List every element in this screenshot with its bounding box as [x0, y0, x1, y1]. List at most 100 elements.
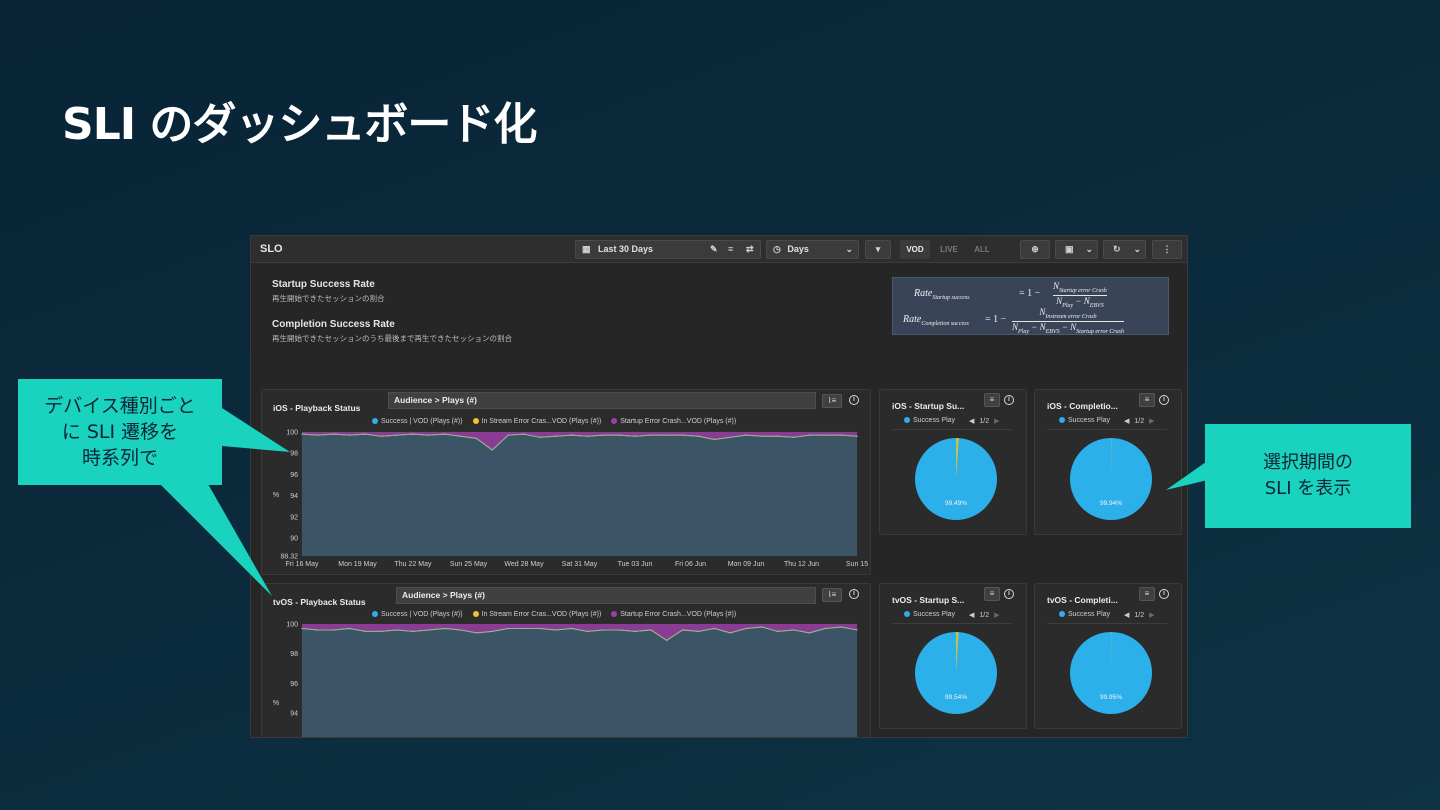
segment-live[interactable]: LIVE: [934, 240, 964, 259]
plus-circle-icon: ⊕: [1031, 244, 1039, 254]
pie-filter-button[interactable]: ≡: [1139, 393, 1155, 407]
data-point: [634, 630, 636, 633]
prev-page-icon[interactable]: ◀: [969, 612, 974, 619]
metric-selector[interactable]: Audience > Plays (#): [388, 392, 816, 409]
add-button[interactable]: ⊕: [1020, 240, 1050, 259]
more-menu-button[interactable]: ⋮: [1152, 240, 1182, 259]
info-icon[interactable]: i: [849, 589, 859, 599]
data-point: [713, 438, 715, 441]
info-icon[interactable]: i: [1004, 395, 1014, 405]
tvos-startup-pie-panel: tvOS - Startup S... ≡ i Success Play ◀ 1/2 ▶ 99…: [879, 583, 1027, 729]
prev-page-icon[interactable]: ◀: [969, 418, 974, 425]
date-range-label: Last 30 Days: [598, 244, 654, 254]
data-point: [317, 629, 319, 631]
formula-den-sub3: Startup error Crash: [1076, 328, 1124, 335]
callout-line: デバイス種別ごと: [44, 395, 196, 417]
pie-legend-label: Success Play: [1068, 417, 1111, 424]
data-point: [729, 436, 731, 438]
chevron-down-icon: ⌄: [1133, 244, 1141, 254]
next-page-icon[interactable]: ▶: [994, 612, 999, 619]
data-point: [348, 627, 351, 630]
data-point: [491, 449, 493, 451]
legend-label: Success | VOD (Plays (#)): [381, 418, 463, 425]
info-icon[interactable]: i: [1159, 589, 1169, 599]
callout-line: 選択期間の: [1263, 452, 1353, 473]
compare-icon[interactable]: ⇄: [746, 241, 754, 258]
pie-pager[interactable]: ◀ 1/2 ▶: [1124, 417, 1155, 425]
formula-eq: = 1 −: [985, 314, 1007, 325]
legend-label: In Stream Error Cras...VOD (Plays (#)): [481, 611, 602, 618]
data-point: [792, 629, 795, 631]
data-point: [555, 435, 557, 437]
data-point: [364, 433, 367, 435]
date-range-picker[interactable]: ▦ Last 30 Days ✎ ≡ ⇄: [575, 240, 761, 259]
data-point: [697, 630, 700, 633]
metric-selector[interactable]: Audience > Plays (#): [396, 587, 816, 604]
data-point: [586, 435, 589, 437]
chart-type-button[interactable]: ⌇≡: [822, 394, 842, 408]
x-tick-label: Thu 12 Jun: [784, 561, 819, 568]
x-tick-label: Wed 28 May: [504, 561, 544, 568]
data-point: [507, 627, 509, 630]
y-tick-label: 96: [290, 681, 298, 688]
data-point: [507, 434, 509, 436]
filter-icon: ▾: [875, 244, 881, 254]
data-point: [650, 434, 652, 436]
segment-vod[interactable]: VOD: [900, 240, 930, 259]
pie-value-label: 99.94%: [1100, 500, 1122, 507]
pie-pager[interactable]: ◀ 1/2 ▶: [1124, 611, 1155, 619]
pie-pager[interactable]: ◀ 1/2 ▶: [969, 417, 1000, 425]
tvos-playback-chart: 1009896949290%: [273, 622, 858, 737]
filter-button[interactable]: ▾: [865, 240, 891, 259]
formula-lhs: Rate: [914, 288, 933, 299]
prev-page-icon[interactable]: ◀: [1124, 612, 1129, 619]
legend-item: In Stream Error Cras...VOD (Plays (#)): [472, 418, 601, 425]
callout-line: 時系列で: [81, 447, 158, 469]
y-axis-label: %: [273, 492, 279, 499]
data-point: [745, 627, 747, 630]
pie-value-label: 99.49%: [945, 500, 967, 507]
pencil-icon[interactable]: ✎: [710, 241, 718, 258]
info-icon[interactable]: i: [1004, 589, 1014, 599]
refresh-button[interactable]: ↻ ⌄: [1103, 240, 1146, 259]
calendar-icon: ▦: [582, 244, 591, 254]
data-point: [856, 435, 858, 437]
info-icon[interactable]: i: [1159, 395, 1169, 405]
info-icon[interactable]: i: [849, 395, 859, 405]
data-point: [586, 630, 589, 633]
y-tick-label: 90: [290, 536, 298, 543]
segment-all[interactable]: ALL: [967, 240, 997, 259]
completion-rate-title: Completion Success Rate: [272, 319, 395, 330]
formula-den-sub: Play: [1018, 328, 1030, 335]
completion-rate-subtitle: 再生開始できたセッションのうち最後まで再生できたセッションの割合: [272, 334, 512, 343]
data-point: [523, 627, 525, 630]
prev-page-icon[interactable]: ◀: [1124, 418, 1129, 425]
chevron-down-icon: ⌄: [845, 244, 853, 254]
y-tick-label: 100: [286, 430, 298, 437]
next-page-icon[interactable]: ▶: [994, 418, 999, 425]
next-page-icon[interactable]: ▶: [1149, 418, 1154, 425]
data-point: [539, 627, 541, 630]
pie-filter-button[interactable]: ≡: [1139, 587, 1155, 601]
data-point: [729, 632, 731, 634]
granularity-select[interactable]: ◷ Days ⌄: [766, 240, 859, 259]
pie-pager[interactable]: ◀ 1/2 ▶: [969, 611, 1000, 619]
chart-type-button[interactable]: ⌇≡: [822, 588, 842, 602]
formula-lhs-sub: Completion success: [921, 321, 969, 327]
data-point: [824, 434, 826, 436]
save-button[interactable]: ▣ ⌄: [1055, 240, 1098, 259]
pie-filter-button[interactable]: ≡: [984, 587, 1000, 601]
data-point: [412, 433, 414, 435]
data-point: [792, 436, 795, 438]
next-page-icon[interactable]: ▶: [1149, 612, 1154, 619]
formula-den-mid: − N: [1029, 321, 1046, 332]
x-tick-label: Fri 06 Jun: [675, 561, 706, 568]
right-callout: 選択期間の SLI を表示: [1205, 424, 1411, 528]
data-point: [333, 629, 335, 631]
sort-icon[interactable]: ≡: [728, 241, 733, 258]
y-tick-label: 94: [290, 711, 298, 718]
legend-item: Startup Error Crash...VOD (Plays (#)): [611, 611, 736, 618]
pie-filter-button[interactable]: ≡: [984, 393, 1000, 407]
x-tick-label: Sun 25 May: [450, 561, 488, 568]
panel-title: tvOS - Playback Status: [273, 597, 366, 607]
